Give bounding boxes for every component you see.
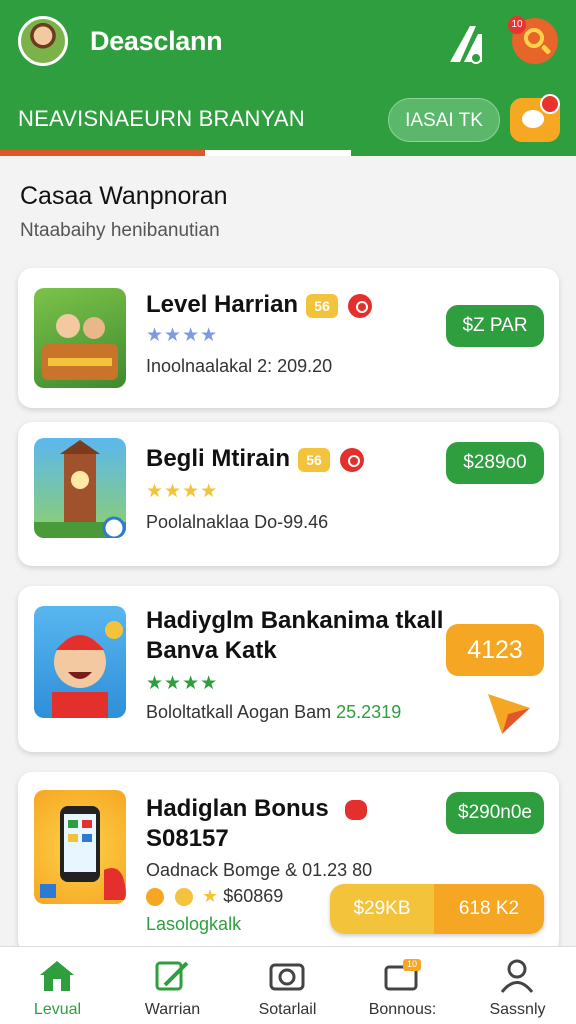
game-thumbnail	[34, 790, 126, 904]
notification-badge: 10	[508, 16, 526, 34]
rating-stars: ★★★★	[146, 673, 219, 694]
search-icon	[524, 28, 544, 48]
edit-icon	[155, 961, 189, 991]
card-meta-value: 25.2319	[336, 702, 402, 722]
top-app-bar: Deasclann 10 NEAVISNAEURN BRANYAN IASAI …	[0, 0, 576, 156]
play-arrow-icon[interactable]	[484, 686, 534, 736]
card-title-line2: Banva Katk	[146, 637, 277, 664]
nav-label: Bonnous:	[368, 1001, 437, 1018]
chat-bubble-icon	[522, 110, 544, 128]
nav-item-camera[interactable]: Sotarlail	[230, 947, 345, 1024]
star-icon: ★	[202, 886, 219, 906]
nav-label: Levual	[33, 1001, 82, 1018]
level-tag: 56	[306, 293, 339, 318]
price-button[interactable]: $Z PAR	[446, 305, 544, 347]
promo-right: 618 K2	[434, 884, 544, 934]
tab-underline-active	[0, 150, 205, 156]
card-meta: Poolalnaklaa Do-99.46	[146, 512, 329, 532]
logo-icon	[450, 26, 482, 64]
card-meta-amount: $60869	[223, 886, 284, 906]
promo-left: $29KB	[330, 884, 434, 934]
avatar[interactable]	[18, 16, 68, 66]
game-thumbnail	[34, 288, 126, 388]
game-thumbnail	[34, 606, 126, 718]
message-badge	[540, 94, 560, 114]
price-button[interactable]: 4123	[446, 624, 544, 676]
nav-label: Sassnly	[489, 1001, 546, 1018]
card-title: Begli Mtirain	[146, 445, 291, 472]
price-button[interactable]: $289o0	[446, 442, 544, 484]
bonus-badge: 10	[406, 959, 417, 969]
list-item[interactable]: Hadiglan Bonus S08157 Oadnack Bomge & 01…	[18, 772, 559, 954]
price-button[interactable]: $290n0e	[446, 792, 544, 834]
card-title: Level Harrian	[146, 291, 299, 318]
message-button[interactable]	[510, 94, 560, 142]
card-meta: Bololtatkall Aogan Bam	[146, 702, 332, 722]
tab-pill-button[interactable]: IASAI TK	[388, 98, 500, 142]
card-title: Hadiglan Bonus	[146, 795, 329, 822]
nav-item-home[interactable]: Levual	[0, 947, 115, 1024]
card-link[interactable]: Lasologkalk	[146, 914, 241, 935]
bottom-navigation: Levual Warrian Sotarlail 10 Bonnous: Sas…	[0, 946, 576, 1024]
promo-bar[interactable]: $29KB 618 K2	[330, 884, 544, 934]
nav-section-label[interactable]: NEAVISNAEURN BRANYAN	[18, 106, 305, 132]
coin-icon	[146, 888, 164, 907]
nav-label: Sotarlail	[258, 1001, 317, 1018]
coin-icon	[175, 888, 194, 907]
section-title: Casaa Wanpnoran	[20, 182, 228, 210]
nav-label: Warrian	[144, 1001, 201, 1018]
card-meta: Inoolnaalakal 2: 209.20	[146, 356, 333, 376]
card-meta: Oadnack Bomge & 01.23 80	[146, 860, 373, 880]
tab-underline	[205, 150, 351, 156]
search-button[interactable]: 10	[508, 16, 558, 64]
list-item[interactable]: Begli Mtirain 56 ★★★★ Poolalnaklaa Do-99.…	[18, 422, 559, 566]
rating-stars: ★★★★	[146, 481, 219, 502]
alert-icon	[340, 447, 365, 472]
card-title: Hadiyglm Bankanima tkall	[146, 607, 444, 634]
gift-icon	[344, 799, 367, 820]
section-subtitle: Ntaabaihy henibanutian	[20, 220, 220, 241]
card-title-line2: S08157	[146, 825, 229, 852]
game-thumbnail	[34, 438, 126, 538]
nav-item-profile[interactable]: Sassnly	[460, 947, 575, 1024]
list-item[interactable]: Hadiyglm Bankanima tkall Banva Katk ★★★★…	[18, 586, 559, 752]
list-item[interactable]: Level Harrian 56 ★★★★ Inoolnaalakal 2: 20…	[18, 268, 559, 408]
app-title: Deasclann	[90, 26, 223, 56]
camera-icon	[269, 963, 305, 991]
nav-item-edit[interactable]: Warrian	[115, 947, 230, 1024]
level-tag: 56	[298, 447, 331, 472]
rating-stars: ★★★★	[146, 325, 219, 346]
home-icon	[40, 961, 74, 991]
nav-item-bonus[interactable]: 10 Bonnous:	[345, 947, 460, 1024]
user-icon	[500, 959, 534, 993]
alert-icon	[348, 293, 373, 318]
